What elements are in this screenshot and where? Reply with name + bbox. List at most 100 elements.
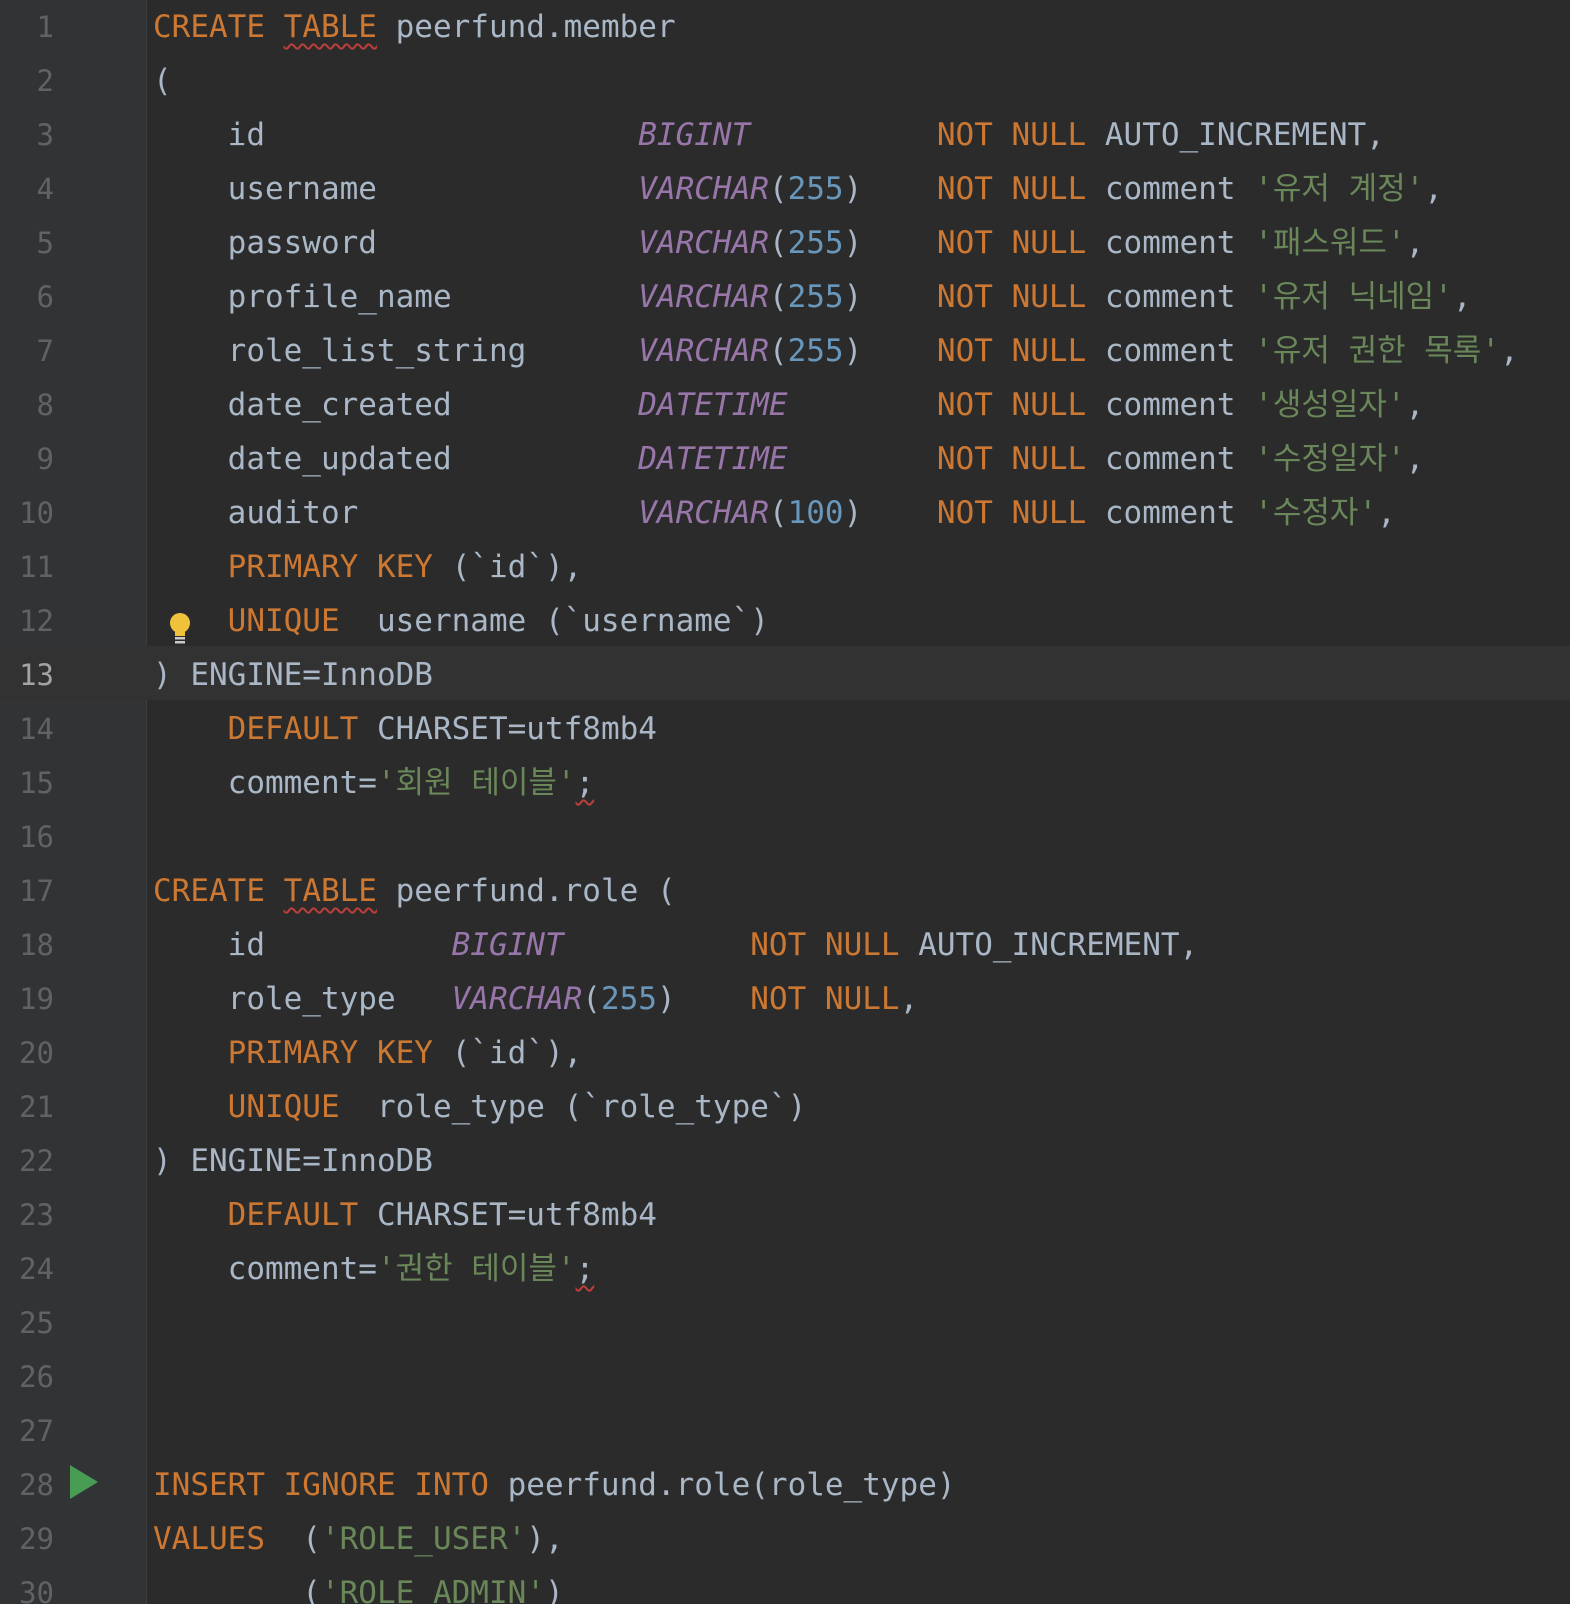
- identifier-token: (: [264, 1521, 321, 1557]
- string-token: '유저 계정': [1254, 171, 1425, 207]
- line-number: 20: [19, 1036, 54, 1070]
- identifier-token: ) ENGINE=InnoDB: [153, 1143, 433, 1179]
- keyword-token: NOT NULL: [936, 171, 1087, 207]
- identifier-token: [153, 1089, 228, 1125]
- line-number: 21: [19, 1090, 54, 1124]
- code-text[interactable]: DEFAULT CHARSET=utf8mb4: [153, 702, 657, 756]
- code-editor[interactable]: 1 CREATE TABLE peerfund.member 2 (3 id BIGI…: [0, 0, 1570, 1604]
- line-number: 8: [36, 388, 54, 422]
- line-number: 28: [19, 1468, 54, 1502]
- identifier-token: comment=: [153, 1251, 377, 1287]
- line-number: 3: [36, 118, 54, 152]
- line-number: 13: [19, 658, 54, 692]
- line-number: 9: [36, 442, 54, 476]
- keyword-token: DEFAULT: [227, 1197, 359, 1233]
- keyword-token: NOT NULL: [936, 117, 1087, 153]
- code-text[interactable]: comment='회원 테이블';: [153, 756, 595, 810]
- line-number: 27: [19, 1414, 54, 1448]
- identifier-token: AUTO_INCREMENT,: [1086, 117, 1385, 153]
- code-text[interactable]: UNIQUE username (`username`): [153, 594, 769, 648]
- code-text[interactable]: password VARCHAR(255) NOT NULL comment '…: [153, 216, 1425, 270]
- code-text[interactable]: CREATE TABLE peerfund.member: [153, 0, 676, 54]
- identifier-token: ,: [1405, 225, 1425, 261]
- line-number: 10: [19, 496, 54, 530]
- code-text[interactable]: (: [153, 54, 172, 108]
- code-text[interactable]: profile_name VARCHAR(255) NOT NULL comme…: [153, 270, 1472, 324]
- keyword-token: NOT NULL: [750, 981, 900, 1017]
- identifier-token: auditor: [153, 495, 639, 531]
- identifier-token: username: [153, 171, 639, 207]
- keyword-token-warning: TABLE: [283, 873, 377, 909]
- identifier-token: (: [768, 171, 788, 207]
- number-token: 255: [787, 279, 844, 315]
- code-text[interactable]: username VARCHAR(255) NOT NULL comment '…: [153, 162, 1443, 216]
- code-text[interactable]: date_updated DATETIME NOT NULL comment '…: [153, 432, 1425, 486]
- keyword-token: DEFAULT: [227, 711, 359, 747]
- lightbulb-icon[interactable]: [168, 612, 192, 646]
- code-text[interactable]: date_created DATETIME NOT NULL comment '…: [153, 378, 1425, 432]
- code-text[interactable]: role_type VARCHAR(255) NOT NULL,: [153, 972, 919, 1026]
- code-text[interactable]: PRIMARY KEY (`id`),: [153, 1026, 583, 1080]
- code-text[interactable]: ) ENGINE=InnoDB: [153, 1134, 433, 1188]
- number-token: 255: [787, 171, 844, 207]
- code-text[interactable]: ) ENGINE=InnoDB: [153, 648, 433, 702]
- line-number: 25: [19, 1306, 54, 1340]
- line-number: 1: [36, 10, 54, 44]
- identifier-token: ,: [1405, 441, 1425, 477]
- keyword-token: NOT NULL: [936, 279, 1087, 315]
- identifier-token: ,: [899, 981, 919, 1017]
- line-number: 12: [19, 604, 54, 638]
- type-token: DATETIME: [638, 441, 788, 477]
- identifier-token: date_updated: [153, 441, 639, 477]
- identifier-token: [153, 1197, 228, 1233]
- identifier-token: CHARSET=utf8mb4: [358, 711, 657, 747]
- identifier-token: [788, 441, 937, 477]
- identifier-token: comment=: [153, 765, 377, 801]
- number-token: 255: [787, 225, 844, 261]
- identifier-token-warning: ;: [575, 765, 595, 801]
- code-text[interactable]: CREATE TABLE peerfund.role (: [153, 864, 676, 918]
- keyword-token-warning: TABLE: [283, 9, 377, 45]
- type-token: VARCHAR: [638, 333, 769, 369]
- code-text[interactable]: VALUES ('ROLE_USER'),: [153, 1512, 564, 1566]
- string-token: '수정일자': [1254, 441, 1406, 477]
- line-number: 29: [19, 1522, 54, 1556]
- identifier-token: AUTO_INCREMENT,: [899, 927, 1199, 963]
- identifier-token: ,: [1405, 387, 1425, 423]
- code-text[interactable]: id BIGINT NOT NULL AUTO_INCREMENT,: [153, 918, 1199, 972]
- string-token: '생성일자': [1254, 387, 1406, 423]
- code-text[interactable]: PRIMARY KEY (`id`),: [153, 540, 583, 594]
- identifier-token: (: [768, 225, 788, 261]
- code-text[interactable]: auditor VARCHAR(100) NOT NULL comment '수…: [153, 486, 1396, 540]
- identifier-token: ,: [1377, 495, 1396, 531]
- run-icon[interactable]: [68, 1463, 100, 1501]
- code-text[interactable]: ('ROLE_ADMIN'): [153, 1566, 563, 1604]
- identifier-token: (: [153, 63, 172, 99]
- line-number: 6: [36, 280, 54, 314]
- type-token: DATETIME: [638, 387, 788, 423]
- string-token: '패스워드': [1254, 225, 1406, 261]
- type-token: BIGINT: [451, 927, 564, 963]
- line-number: 11: [19, 550, 54, 584]
- line-number: 15: [19, 766, 54, 800]
- line-number: 5: [36, 226, 54, 260]
- identifier-token: (: [582, 981, 601, 1017]
- string-token: 'ROLE_USER': [320, 1521, 527, 1557]
- code-text[interactable]: id BIGINT NOT NULL AUTO_INCREMENT,: [153, 108, 1385, 162]
- line-number: 24: [19, 1252, 54, 1286]
- code-text[interactable]: DEFAULT CHARSET=utf8mb4: [153, 1188, 657, 1242]
- code-text[interactable]: UNIQUE role_type (`role_type`): [153, 1080, 807, 1134]
- line-number: 23: [19, 1198, 54, 1232]
- identifier-token: (`id`),: [432, 549, 583, 585]
- identifier-token: ): [843, 171, 937, 207]
- keyword-token: NOT NULL: [936, 441, 1087, 477]
- code-text[interactable]: INSERT IGNORE INTO peerfund.role(role_ty…: [153, 1458, 956, 1512]
- code-text[interactable]: comment='권한 테이블';: [153, 1242, 595, 1296]
- identifier-token: peerfund.role(role_type): [488, 1467, 956, 1503]
- code-text[interactable]: role_list_string VARCHAR(255) NOT NULL c…: [153, 324, 1519, 378]
- identifier-token: (`id`),: [432, 1035, 583, 1071]
- keyword-token: NOT NULL: [936, 387, 1087, 423]
- identifier-token: [153, 549, 228, 585]
- keyword-token: PRIMARY KEY: [227, 549, 433, 585]
